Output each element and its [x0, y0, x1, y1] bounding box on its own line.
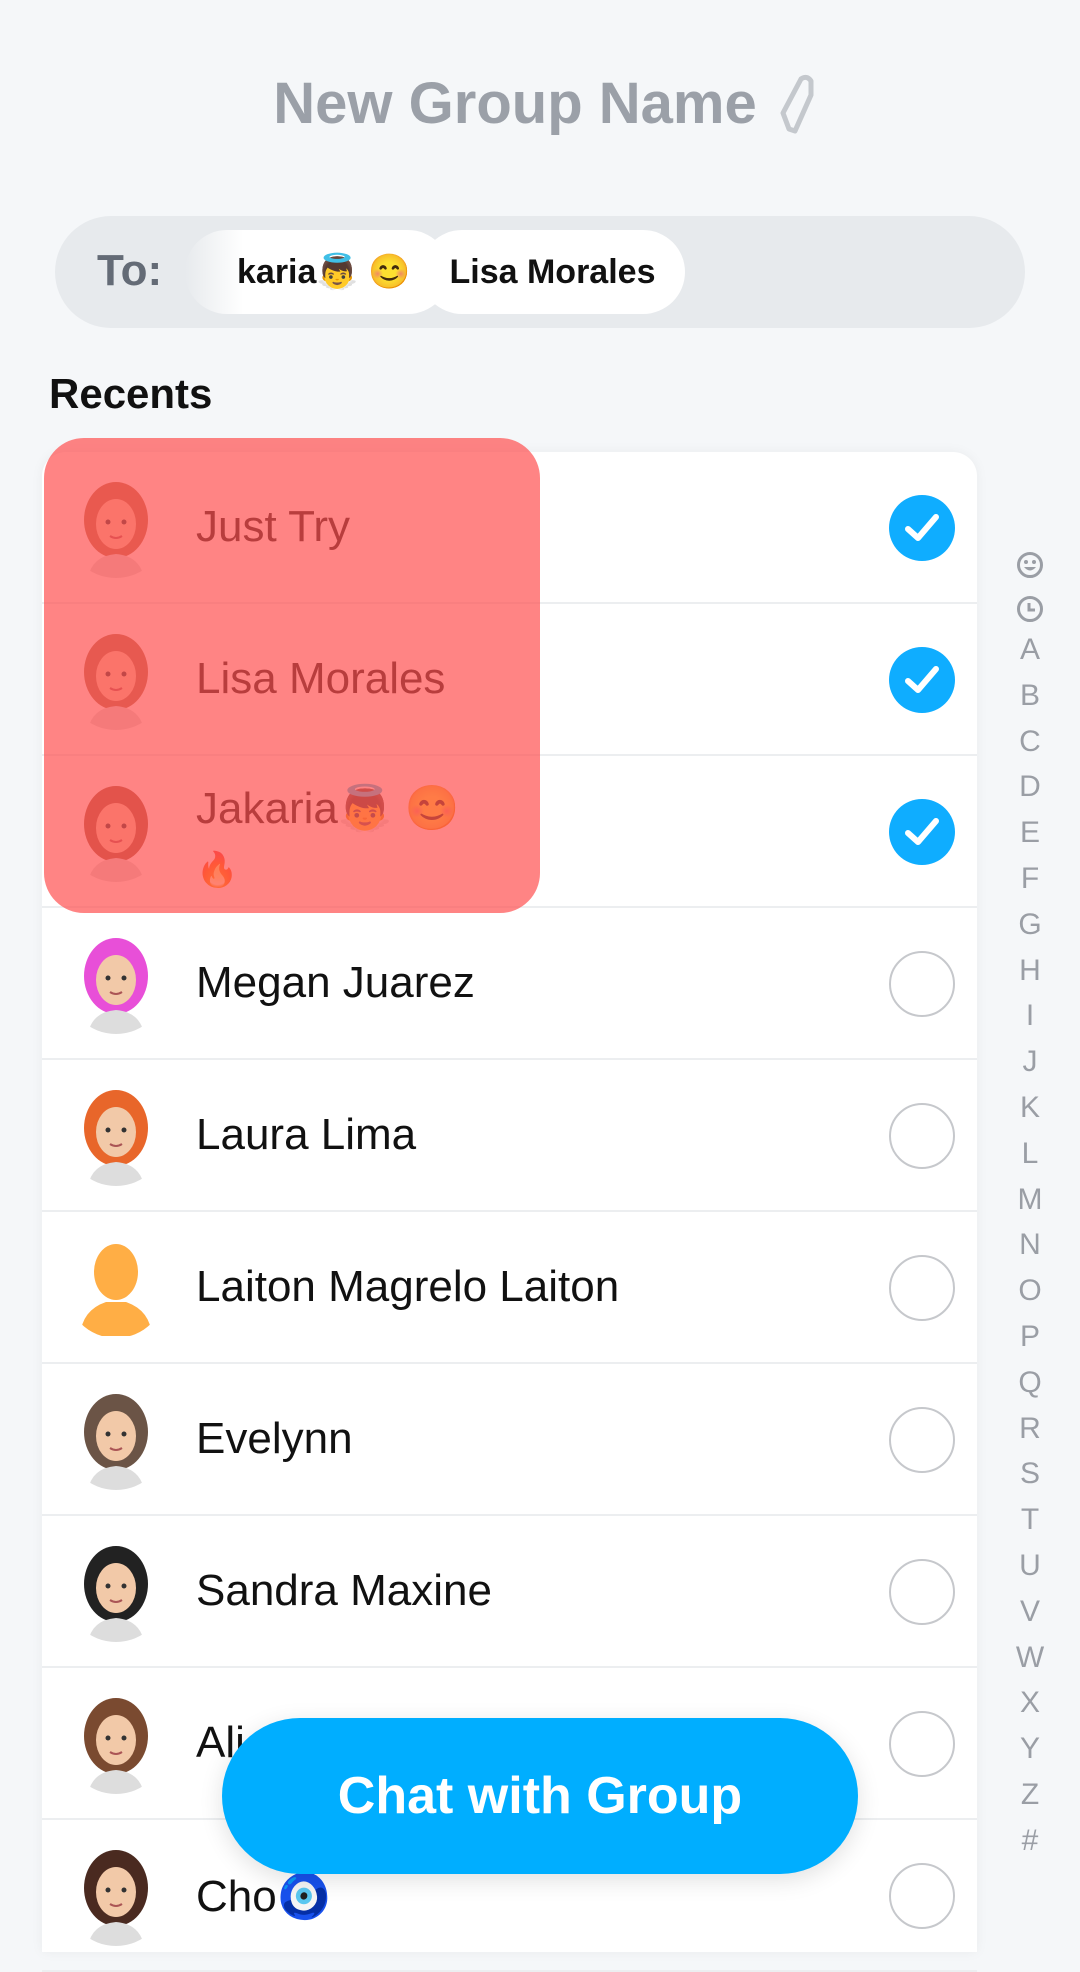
index-letter[interactable]: G	[1016, 902, 1044, 948]
index-letter[interactable]: M	[1016, 1177, 1044, 1223]
contact-name: Evelynn	[196, 1414, 353, 1464]
index-letter[interactable]: U	[1016, 1543, 1044, 1589]
selected-checkbox[interactable]	[889, 495, 955, 561]
avatar	[66, 934, 166, 1034]
index-letter[interactable]: H	[1016, 948, 1044, 994]
contact-row[interactable]: Lisa Morales	[42, 604, 977, 756]
index-letter[interactable]: J	[1016, 1039, 1044, 1085]
chip-text: Lisa Morales	[449, 252, 656, 291]
default-avatar-icon	[66, 1238, 166, 1338]
index-letter[interactable]: #	[1016, 1818, 1044, 1864]
to-label: To:	[97, 246, 163, 295]
recipient-chip[interactable]: karia👼 😊	[185, 230, 450, 314]
index-letter[interactable]: F	[1016, 856, 1044, 902]
contact-name-text: Just Try	[196, 502, 351, 551]
index-letter[interactable]: R	[1016, 1406, 1044, 1452]
contact-name-text: Laura Lima	[196, 1110, 417, 1159]
contact-row[interactable]: Just Try	[42, 452, 977, 604]
contact-row[interactable]: Megan Juarez	[42, 908, 977, 1060]
contact-name: Lisa Morales	[196, 654, 445, 704]
unselected-checkbox[interactable]	[889, 951, 955, 1017]
contact-name: Megan Juarez	[196, 958, 475, 1008]
index-letter[interactable]: C	[1016, 719, 1044, 765]
index-letter[interactable]: Y	[1016, 1726, 1044, 1772]
index-letter[interactable]: D	[1016, 764, 1044, 810]
alphabet-index[interactable]: A B C D E F G H I J K L M N O P Q R S T U V W X Y Z #	[1012, 544, 1048, 1864]
index-letter[interactable]: Q	[1016, 1360, 1044, 1406]
index-letter[interactable]: O	[1016, 1268, 1044, 1314]
index-letter[interactable]: B	[1016, 673, 1044, 719]
contact-name: Jakaria👼 😊 🔥	[196, 780, 460, 899]
contact-name: Sandra Maxine	[196, 1566, 492, 1616]
avatar	[66, 1694, 166, 1794]
contact-row[interactable]: Laiton Magrelo Laiton	[42, 1212, 977, 1364]
avatar	[66, 630, 166, 730]
index-letter[interactable]: L	[1016, 1131, 1044, 1177]
unselected-checkbox[interactable]	[889, 1255, 955, 1321]
unselected-checkbox[interactable]	[889, 1407, 955, 1473]
index-letter[interactable]: P	[1016, 1314, 1044, 1360]
unselected-checkbox[interactable]	[889, 1711, 955, 1777]
contact-name-text: Sandra Maxine	[196, 1566, 492, 1615]
unselected-checkbox[interactable]	[889, 1559, 955, 1625]
index-letter[interactable]: E	[1016, 810, 1044, 856]
contact-row[interactable]: Evelynn	[42, 1364, 977, 1516]
index-letter[interactable]: I	[1016, 993, 1044, 1039]
selected-checkbox[interactable]	[889, 647, 955, 713]
index-letter[interactable]: A	[1016, 627, 1044, 673]
index-letter[interactable]: Z	[1016, 1772, 1044, 1818]
contact-name-text: Evelynn	[196, 1414, 353, 1463]
avatar	[66, 1542, 166, 1642]
avatar	[66, 1390, 166, 1490]
emoji-index-icon[interactable]	[1016, 551, 1044, 579]
section-title: Recents	[49, 370, 213, 417]
checkmark-icon	[905, 514, 939, 541]
avatar	[66, 1086, 166, 1186]
selected-checkbox[interactable]	[889, 799, 955, 865]
unselected-checkbox[interactable]	[889, 1863, 955, 1929]
index-letter[interactable]: X	[1016, 1680, 1044, 1726]
contact-row[interactable]: Sandra Maxine	[42, 1516, 977, 1668]
contact-name-text: Cho🧿	[196, 1872, 332, 1921]
index-letter[interactable]: S	[1016, 1451, 1044, 1497]
contact-name-text: Jakaria👼 😊	[196, 784, 460, 833]
contact-name: Just Try	[196, 502, 350, 552]
contact-name: Laura Lima	[196, 1110, 416, 1160]
recent-clock-icon[interactable]	[1016, 595, 1044, 623]
unselected-checkbox[interactable]	[889, 1103, 955, 1169]
contact-name-text: Laiton Magrelo Laiton	[196, 1262, 620, 1311]
contact-row[interactable]: Jakaria👼 😊 🔥	[42, 756, 977, 908]
index-letter[interactable]: N	[1016, 1222, 1044, 1268]
contact-row[interactable]: Laura Lima	[42, 1060, 977, 1212]
contact-name-text: Lisa Morales	[196, 654, 446, 703]
recipients-bar[interactable]: To: karia👼 😊 Lisa Morales	[55, 216, 1025, 328]
contact-name: Cho🧿	[196, 1870, 332, 1922]
index-letter[interactable]: W	[1016, 1635, 1044, 1681]
cta-label: Chat with Group	[337, 1767, 743, 1825]
contact-name-text: Megan Juarez	[196, 958, 475, 1007]
avatar	[66, 1846, 166, 1946]
chat-with-group-button[interactable]: Chat with Group	[222, 1718, 858, 1874]
checkmark-icon	[905, 666, 939, 693]
contact-name-emoji: 🔥	[196, 851, 239, 889]
index-letter[interactable]: V	[1016, 1589, 1044, 1635]
checkmark-icon	[905, 818, 939, 845]
avatar	[66, 478, 166, 578]
index-letter[interactable]: K	[1016, 1085, 1044, 1131]
group-name-header[interactable]: New Group Name	[0, 70, 1080, 137]
group-name-title[interactable]: New Group Name	[273, 70, 756, 137]
index-letter[interactable]: T	[1016, 1497, 1044, 1543]
pencil-icon[interactable]	[779, 73, 814, 135]
avatar	[66, 782, 166, 882]
chip-text: karia👼 😊	[237, 253, 411, 291]
contact-name: Laiton Magrelo Laiton	[196, 1262, 619, 1312]
recipient-chip[interactable]: Lisa Morales	[420, 230, 685, 314]
